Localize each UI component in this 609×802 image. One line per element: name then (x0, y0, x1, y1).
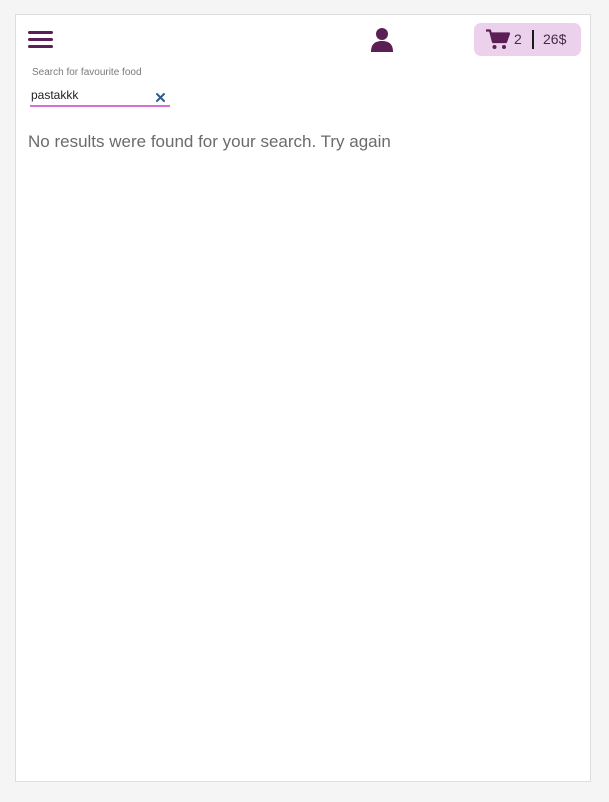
clear-search-button[interactable] (155, 90, 166, 102)
cart-total-price: 26$ (543, 31, 567, 47)
app-frame: 2 26$ Search for favourite food No resul… (15, 14, 591, 782)
user-icon (371, 28, 393, 52)
no-results-message: No results were found for your search. T… (28, 132, 391, 151)
search-input[interactable] (31, 87, 149, 103)
shopping-cart-icon (486, 29, 510, 49)
search-label: Search for favourite food (32, 67, 142, 78)
cart-divider (532, 30, 534, 49)
close-icon (156, 93, 165, 102)
cart-button[interactable]: 2 26$ (474, 23, 581, 56)
profile-button[interactable] (370, 27, 394, 53)
cart-item-count: 2 (514, 31, 522, 47)
search-field (30, 85, 170, 107)
menu-button[interactable] (28, 29, 56, 51)
